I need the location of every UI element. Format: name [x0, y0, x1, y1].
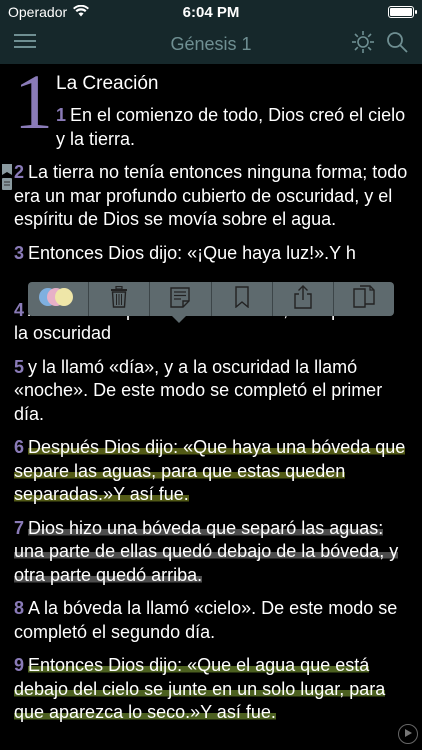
color-palette-button[interactable]: [28, 282, 90, 316]
verse-2[interactable]: 2 La tierra no tenía entonces ninguna for…: [14, 161, 408, 232]
nav-bar: Génesis 1: [0, 24, 422, 64]
bookmark-icon: [234, 285, 249, 313]
section-title: La Creación: [56, 73, 159, 94]
verse-number: 7: [14, 517, 25, 538]
verse-number: 6: [14, 437, 25, 457]
chapter-head-text: La Creación 1 En el comienzo de todo, Dio…: [56, 64, 408, 151]
verse-number: 2: [14, 162, 25, 182]
carrier-label: Operador: [8, 4, 68, 20]
verse-text: La tierra no tenía entonces ninguna form…: [14, 162, 408, 229]
verse-number: 1: [56, 105, 67, 125]
verse-1[interactable]: 1 En el comienzo de todo, Dios creó el ci…: [56, 104, 408, 151]
wifi-icon: [73, 4, 90, 20]
chapter-header: 1 La Creación 1 En el comienzo de todo, D…: [14, 64, 408, 151]
battery-fill: [390, 8, 412, 16]
search-icon[interactable]: [386, 31, 408, 58]
status-left: Operador: [8, 4, 90, 20]
hamburger-menu-icon[interactable]: [14, 32, 36, 55]
copy-icon: [353, 284, 375, 314]
verse-5[interactable]: 5y la llamó «día», y a la oscuridad la l…: [14, 356, 408, 427]
chapter-number: 1: [14, 64, 53, 145]
nav-actions: [352, 31, 408, 58]
verse-text: A la bóveda la llamó «cielo». De este mo…: [14, 598, 398, 642]
verse-number: 3: [14, 242, 25, 263]
verse-text: En el comienzo de todo, Dios creó el cie…: [56, 105, 406, 149]
share-button[interactable]: [273, 282, 334, 316]
copy-button[interactable]: [334, 282, 394, 316]
verse-text: Dios hizo una bóveda que separó las agua…: [14, 517, 399, 585]
verse-text: Entonces Dios dijo: «¡Que haya luz!».Y h: [28, 242, 356, 263]
verse-number: 8: [14, 598, 25, 618]
audio-play-button[interactable]: [398, 724, 418, 744]
verse-6[interactable]: 6 Después Dios dijo: «Que haya una bóveda…: [14, 436, 408, 507]
verse-8[interactable]: 8A la bóveda la llamó «cielo». De este m…: [14, 597, 408, 644]
verse-number: 5: [14, 356, 25, 377]
verse-text: Después Dios dijo: «Que haya una bóveda …: [14, 437, 406, 504]
play-icon: [403, 725, 413, 743]
verse-7[interactable]: 7 Dios hizo una bóveda que separó las agu…: [14, 517, 408, 588]
verse-action-toolbar: [28, 282, 394, 316]
trash-icon: [110, 285, 128, 313]
share-icon: [293, 284, 313, 314]
verse-text: Entonces Dios dijo: «Que el agua que est…: [14, 655, 386, 722]
color-palette-icon: [36, 285, 80, 314]
verse-9[interactable]: 9 Entonces Dios dijo: «Que el agua que es…: [14, 654, 408, 725]
sun-icon[interactable]: [352, 31, 374, 58]
toolbar-pointer: [172, 316, 186, 323]
note-button[interactable]: [150, 282, 212, 316]
verse-number: 4: [14, 299, 25, 320]
status-bar: Operador 6:04 PM: [0, 0, 422, 24]
page-title[interactable]: Génesis 1: [170, 34, 251, 55]
bookmark-button[interactable]: [212, 282, 273, 316]
verse-text: y la llamó «día», y a la oscuridad la ll…: [14, 356, 383, 424]
chapter-content[interactable]: 1 La Creación 1 En el comienzo de todo, D…: [0, 64, 422, 750]
note-icon: [169, 286, 191, 313]
delete-button[interactable]: [89, 282, 151, 316]
verse-number: 9: [14, 655, 25, 675]
battery-icon: [388, 6, 417, 18]
